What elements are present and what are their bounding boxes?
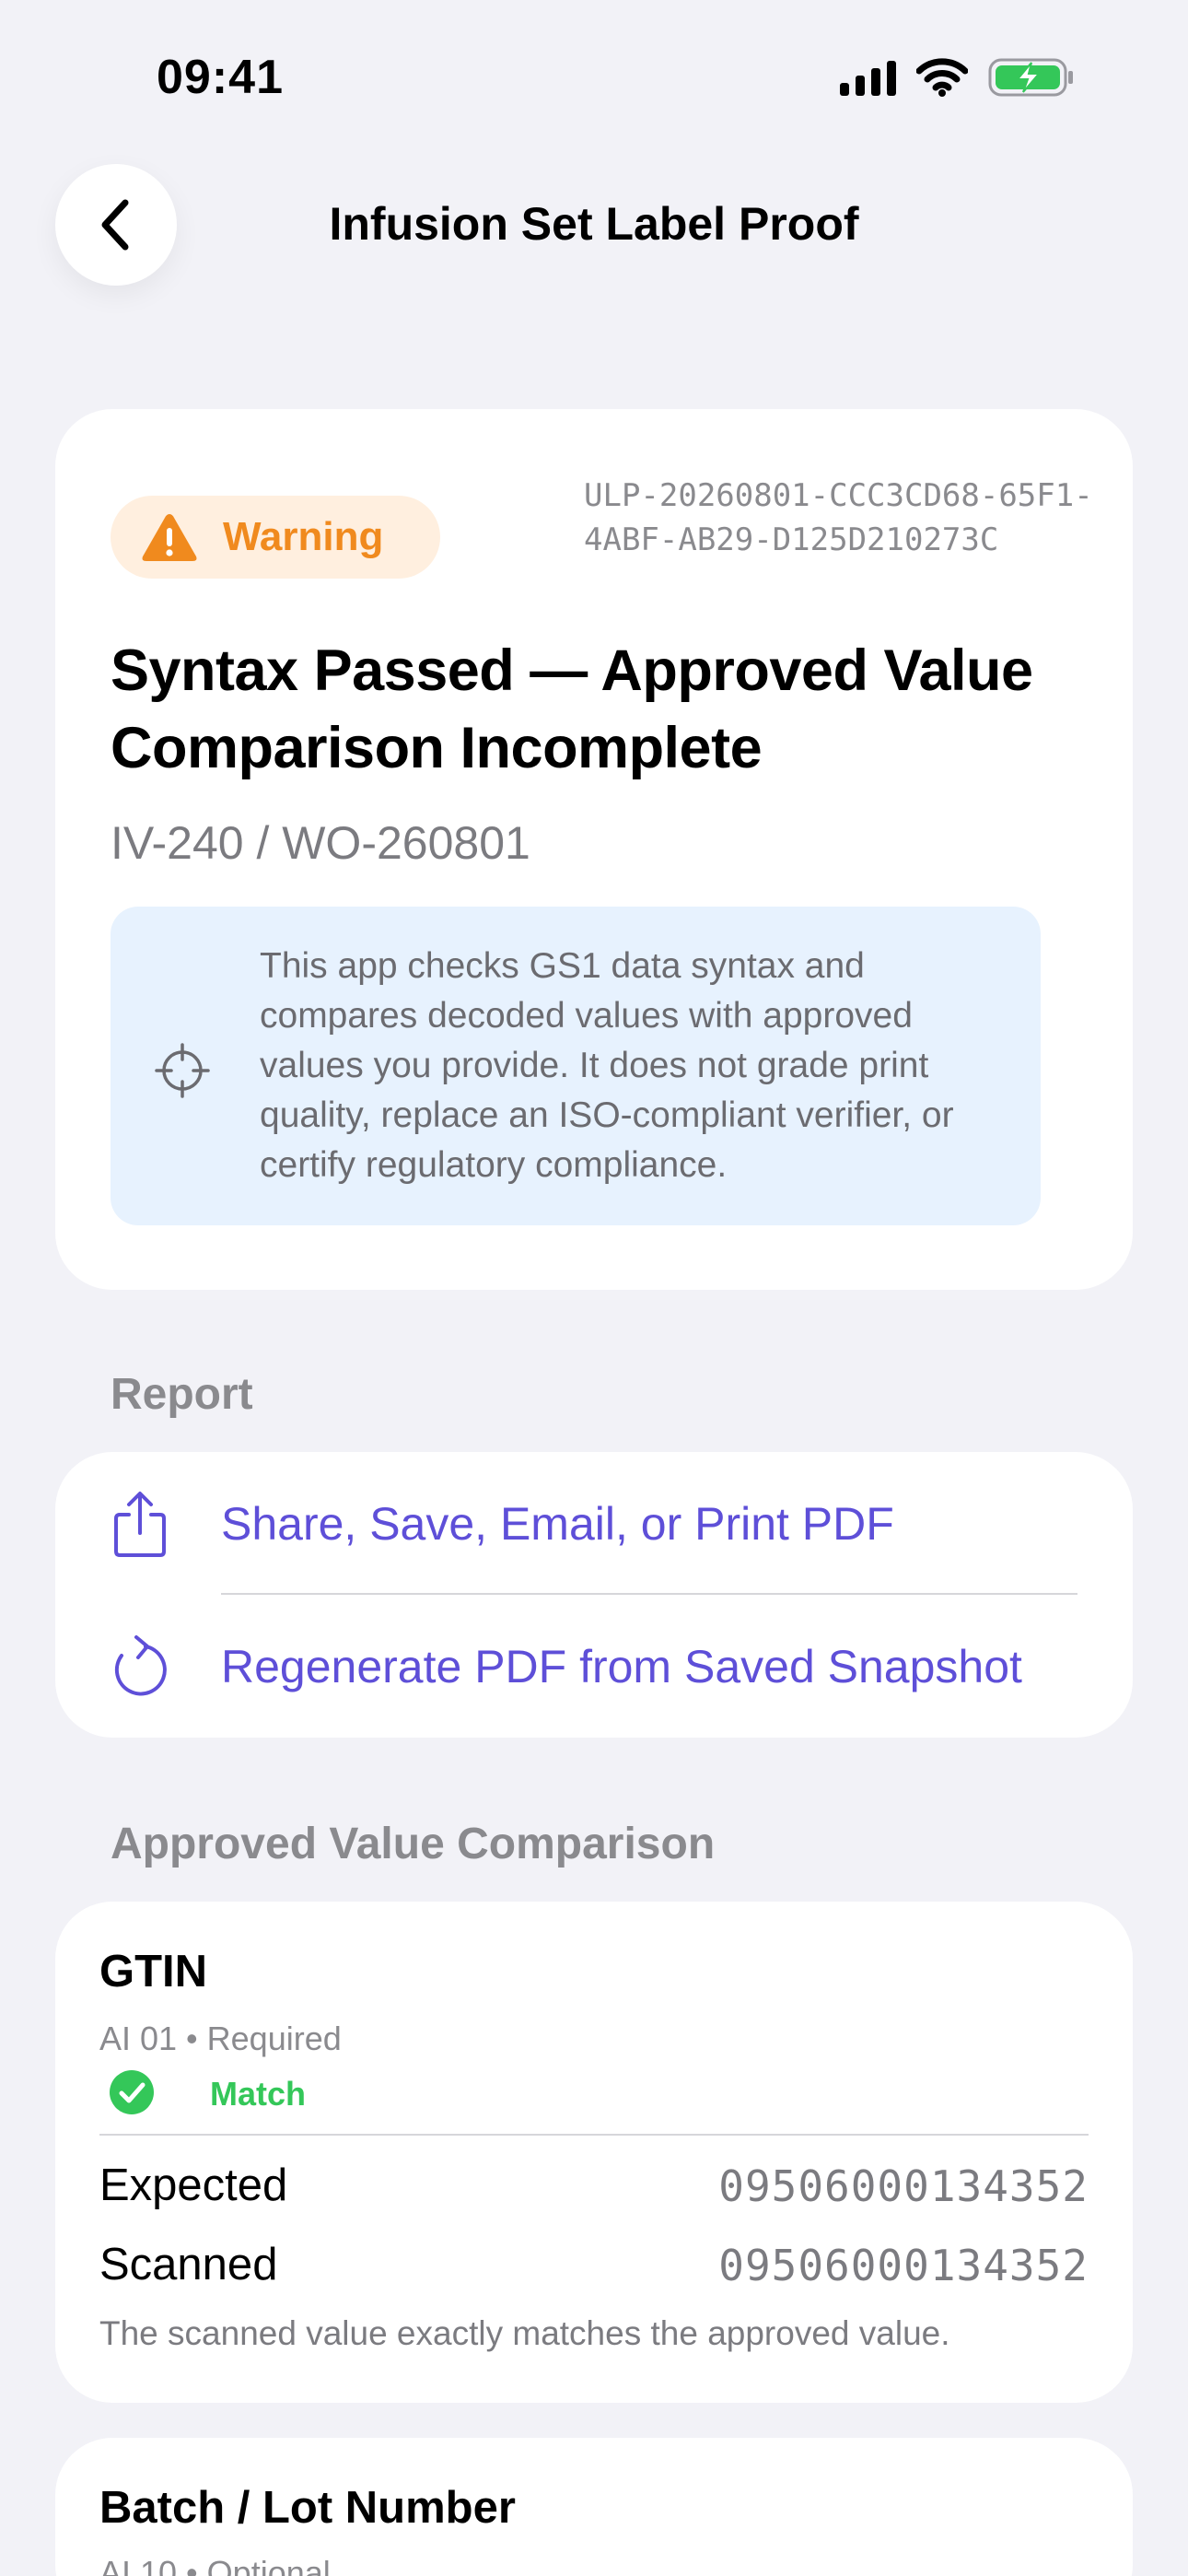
checkmark-circle-icon: [110, 2070, 154, 2114]
warning-triangle-icon: [142, 514, 197, 561]
scanned-label: Scanned: [99, 2240, 278, 2289]
section-header-report: Report: [111, 1370, 253, 1419]
match-status: Match: [210, 2075, 307, 2113]
crosshair-icon: [155, 1043, 210, 1098]
expected-label: Expected: [99, 2160, 288, 2210]
share-pdf-button[interactable]: Share, Save, Email, or Print PDF: [55, 1452, 1133, 1595]
section-header-comparison: Approved Value Comparison: [111, 1820, 716, 1868]
comparison-note: The scanned value exactly matches the ap…: [99, 2314, 950, 2352]
report-id: ULP-20260801-CCC3CD68-65F1-4ABF-AB29-D12…: [584, 477, 1093, 558]
status-badge: Warning: [111, 496, 440, 579]
comparison-meta: AI 01 • Required: [99, 2020, 342, 2057]
result-headline: Syntax Passed — Approved Value Compariso…: [111, 638, 1033, 780]
regenerate-pdf-button[interactable]: Regenerate PDF from Saved Snapshot: [55, 1595, 1133, 1738]
cellular-signal-icon: [840, 59, 896, 96]
status-time: 09:41: [157, 51, 284, 104]
status-badge-label: Warning: [223, 514, 384, 559]
comparison-title: Batch / Lot Number: [99, 2483, 516, 2533]
disclaimer-text: This app checks GS1 data syntax and comp…: [260, 946, 954, 1185]
comparison-meta: AI 10 • Optional: [99, 2554, 331, 2576]
status-icons: [840, 57, 1075, 98]
regenerate-pdf-label: Regenerate PDF from Saved Snapshot: [221, 1640, 1022, 1692]
page-title: Infusion Set Label Proof: [329, 198, 859, 250]
comparison-title: GTIN: [99, 1947, 208, 1996]
share-icon: [114, 1491, 166, 1557]
product-work-order: IV-240 / WO-260801: [111, 817, 530, 869]
share-pdf-label: Share, Save, Email, or Print PDF: [221, 1497, 894, 1550]
divider: [99, 2134, 1089, 2136]
expected-value: 09506000134352: [718, 2161, 1089, 2211]
scanned-value: 09506000134352: [718, 2241, 1089, 2290]
battery-charging-icon: [988, 58, 1073, 97]
regenerate-icon: [114, 1634, 167, 1695]
wifi-icon: [916, 58, 968, 97]
